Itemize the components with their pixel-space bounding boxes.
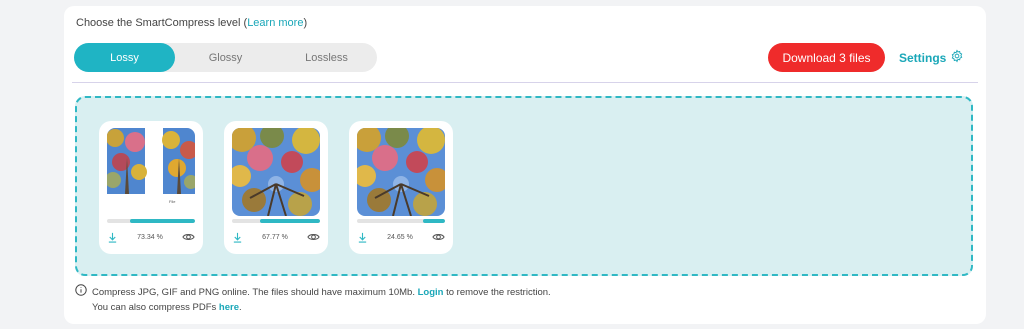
download-icon[interactable] [357,232,368,243]
file-card: File 73.34 % [99,121,203,254]
info-note: Compress JPG, GIF and PNG online. The fi… [75,284,551,315]
note-line1-text: Compress JPG, GIF and PNG online. The fi… [92,286,415,298]
file-card-actions: 73.34 % [107,229,195,245]
note-line2-end: . [238,302,242,313]
file-thumbnail: File [107,128,195,216]
progress-fill [130,219,195,223]
saved-percent: 73.34 % [137,233,163,241]
file-card: 67.77 % [224,121,328,254]
compression-progress [107,219,195,223]
file-card-actions: 24.65 % [357,229,445,245]
learn-more-link[interactable]: Learn more [247,17,303,29]
download-icon[interactable] [107,232,118,243]
eye-icon[interactable] [182,232,195,242]
thumb-caption: File [169,199,176,204]
download-all-button[interactable]: Download 3 files [768,43,885,72]
info-icon [75,284,87,301]
level-lossless-button[interactable]: Lossless [276,43,377,72]
settings-button[interactable]: Settings [899,49,964,66]
level-glossy-button[interactable]: Glossy [175,43,276,72]
compress-panel: Choose the SmartCompress level (Learn mo… [64,6,986,324]
settings-label: Settings [899,50,947,65]
level-label: Choose the SmartCompress level (Learn mo… [76,17,307,29]
login-link[interactable]: Login [418,287,444,298]
eye-icon[interactable] [432,232,445,242]
download-icon[interactable] [232,232,243,243]
drop-zone[interactable]: File 73.34 % 67.77 % 24.65 % [75,96,973,276]
saved-percent: 67.77 % [262,233,288,241]
progress-fill [260,219,320,223]
file-thumbnail [232,128,320,216]
gear-icon [950,49,964,66]
file-thumbnail [357,128,445,216]
note-line2-text: You can also compress PDFs [92,302,217,313]
divider [72,82,978,83]
saved-percent: 24.65 % [387,233,413,241]
eye-icon[interactable] [307,232,320,242]
compression-progress [232,219,320,223]
compress-pdf-link[interactable]: here [219,302,239,313]
note-line1-end: to remove the restriction. [446,286,551,298]
level-label-end: ) [303,17,308,29]
file-card-actions: 67.77 % [232,229,320,245]
file-card: 24.65 % [349,121,453,254]
level-selector: Lossy Glossy Lossless [74,43,377,72]
compression-progress [357,219,445,223]
progress-fill [423,219,445,223]
level-lossy-button[interactable]: Lossy [74,43,175,72]
level-label-text: Choose the SmartCompress level ( [76,17,248,29]
